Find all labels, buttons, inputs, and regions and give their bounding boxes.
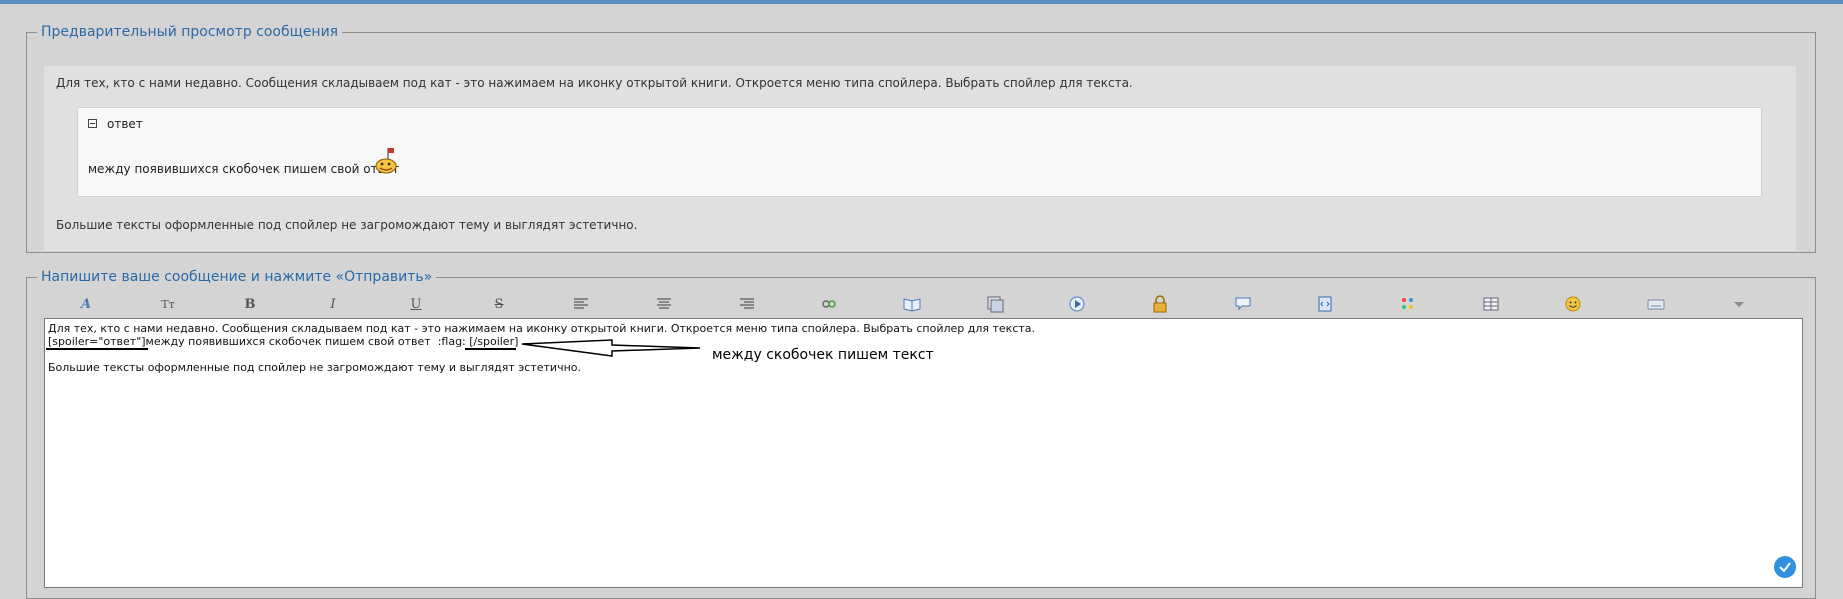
collapse-icon[interactable] [88, 119, 97, 128]
code-icon[interactable] [1315, 294, 1335, 314]
align-center-icon[interactable] [654, 294, 674, 314]
preview-intro: Для тех, кто с нами недавно. Сообщения с… [56, 76, 1133, 90]
keyboard-icon[interactable] [1646, 294, 1666, 314]
spoiler-body: между появившихся скобочек пишем свой от… [88, 162, 400, 176]
italic-button[interactable]: I [323, 294, 343, 314]
image-icon[interactable] [985, 294, 1005, 314]
lock-icon[interactable] [1150, 294, 1170, 314]
preview-fieldset: Предварительный просмотр сообщения Для т… [26, 24, 1816, 253]
color-palette-icon[interactable] [1398, 294, 1418, 314]
media-play-icon[interactable] [1067, 294, 1087, 314]
preview-outro: Большие тексты оформленные под спойлер н… [56, 218, 638, 232]
font-face-button[interactable]: A [76, 294, 96, 314]
strike-button[interactable]: S [489, 294, 509, 314]
smiley-icon[interactable] [1563, 294, 1583, 314]
top-bar [0, 0, 1843, 4]
compose-legend: Напишите ваше сообщение и нажмите «Отпра… [41, 269, 433, 285]
preview-legend: Предварительный просмотр сообщения [41, 24, 339, 40]
underline-button[interactable]: U [406, 294, 426, 314]
more-options-icon[interactable] [1729, 294, 1749, 314]
annotation-note: между скобочек пишем текст [712, 347, 934, 363]
open-book-spoiler-icon[interactable] [902, 294, 922, 314]
editor-line-2: [spoiler="ответ"]между появившихся скобо… [48, 335, 519, 348]
preview-content: Для тех, кто с нами недавно. Сообщения с… [44, 66, 1796, 251]
quote-bubble-icon[interactable] [1233, 294, 1253, 314]
align-left-icon[interactable] [571, 294, 591, 314]
editor-line-4: Большие тексты оформленные под спойлер н… [48, 361, 581, 374]
bold-button[interactable]: B [240, 294, 260, 314]
editor-line-1: Для тех, кто с нами недавно. Сообщения с… [48, 322, 1036, 335]
spoiler-title[interactable]: ответ [107, 117, 143, 131]
table-icon[interactable] [1481, 294, 1501, 314]
link-icon[interactable] [819, 294, 839, 314]
checkmark-icon[interactable] [1774, 556, 1796, 578]
align-right-icon[interactable] [737, 294, 757, 314]
font-size-button[interactable]: Tт [158, 294, 178, 314]
flag-smiley-icon [375, 148, 397, 174]
spoiler-block: ответ между появившихся скобочек пишем с… [77, 107, 1762, 197]
